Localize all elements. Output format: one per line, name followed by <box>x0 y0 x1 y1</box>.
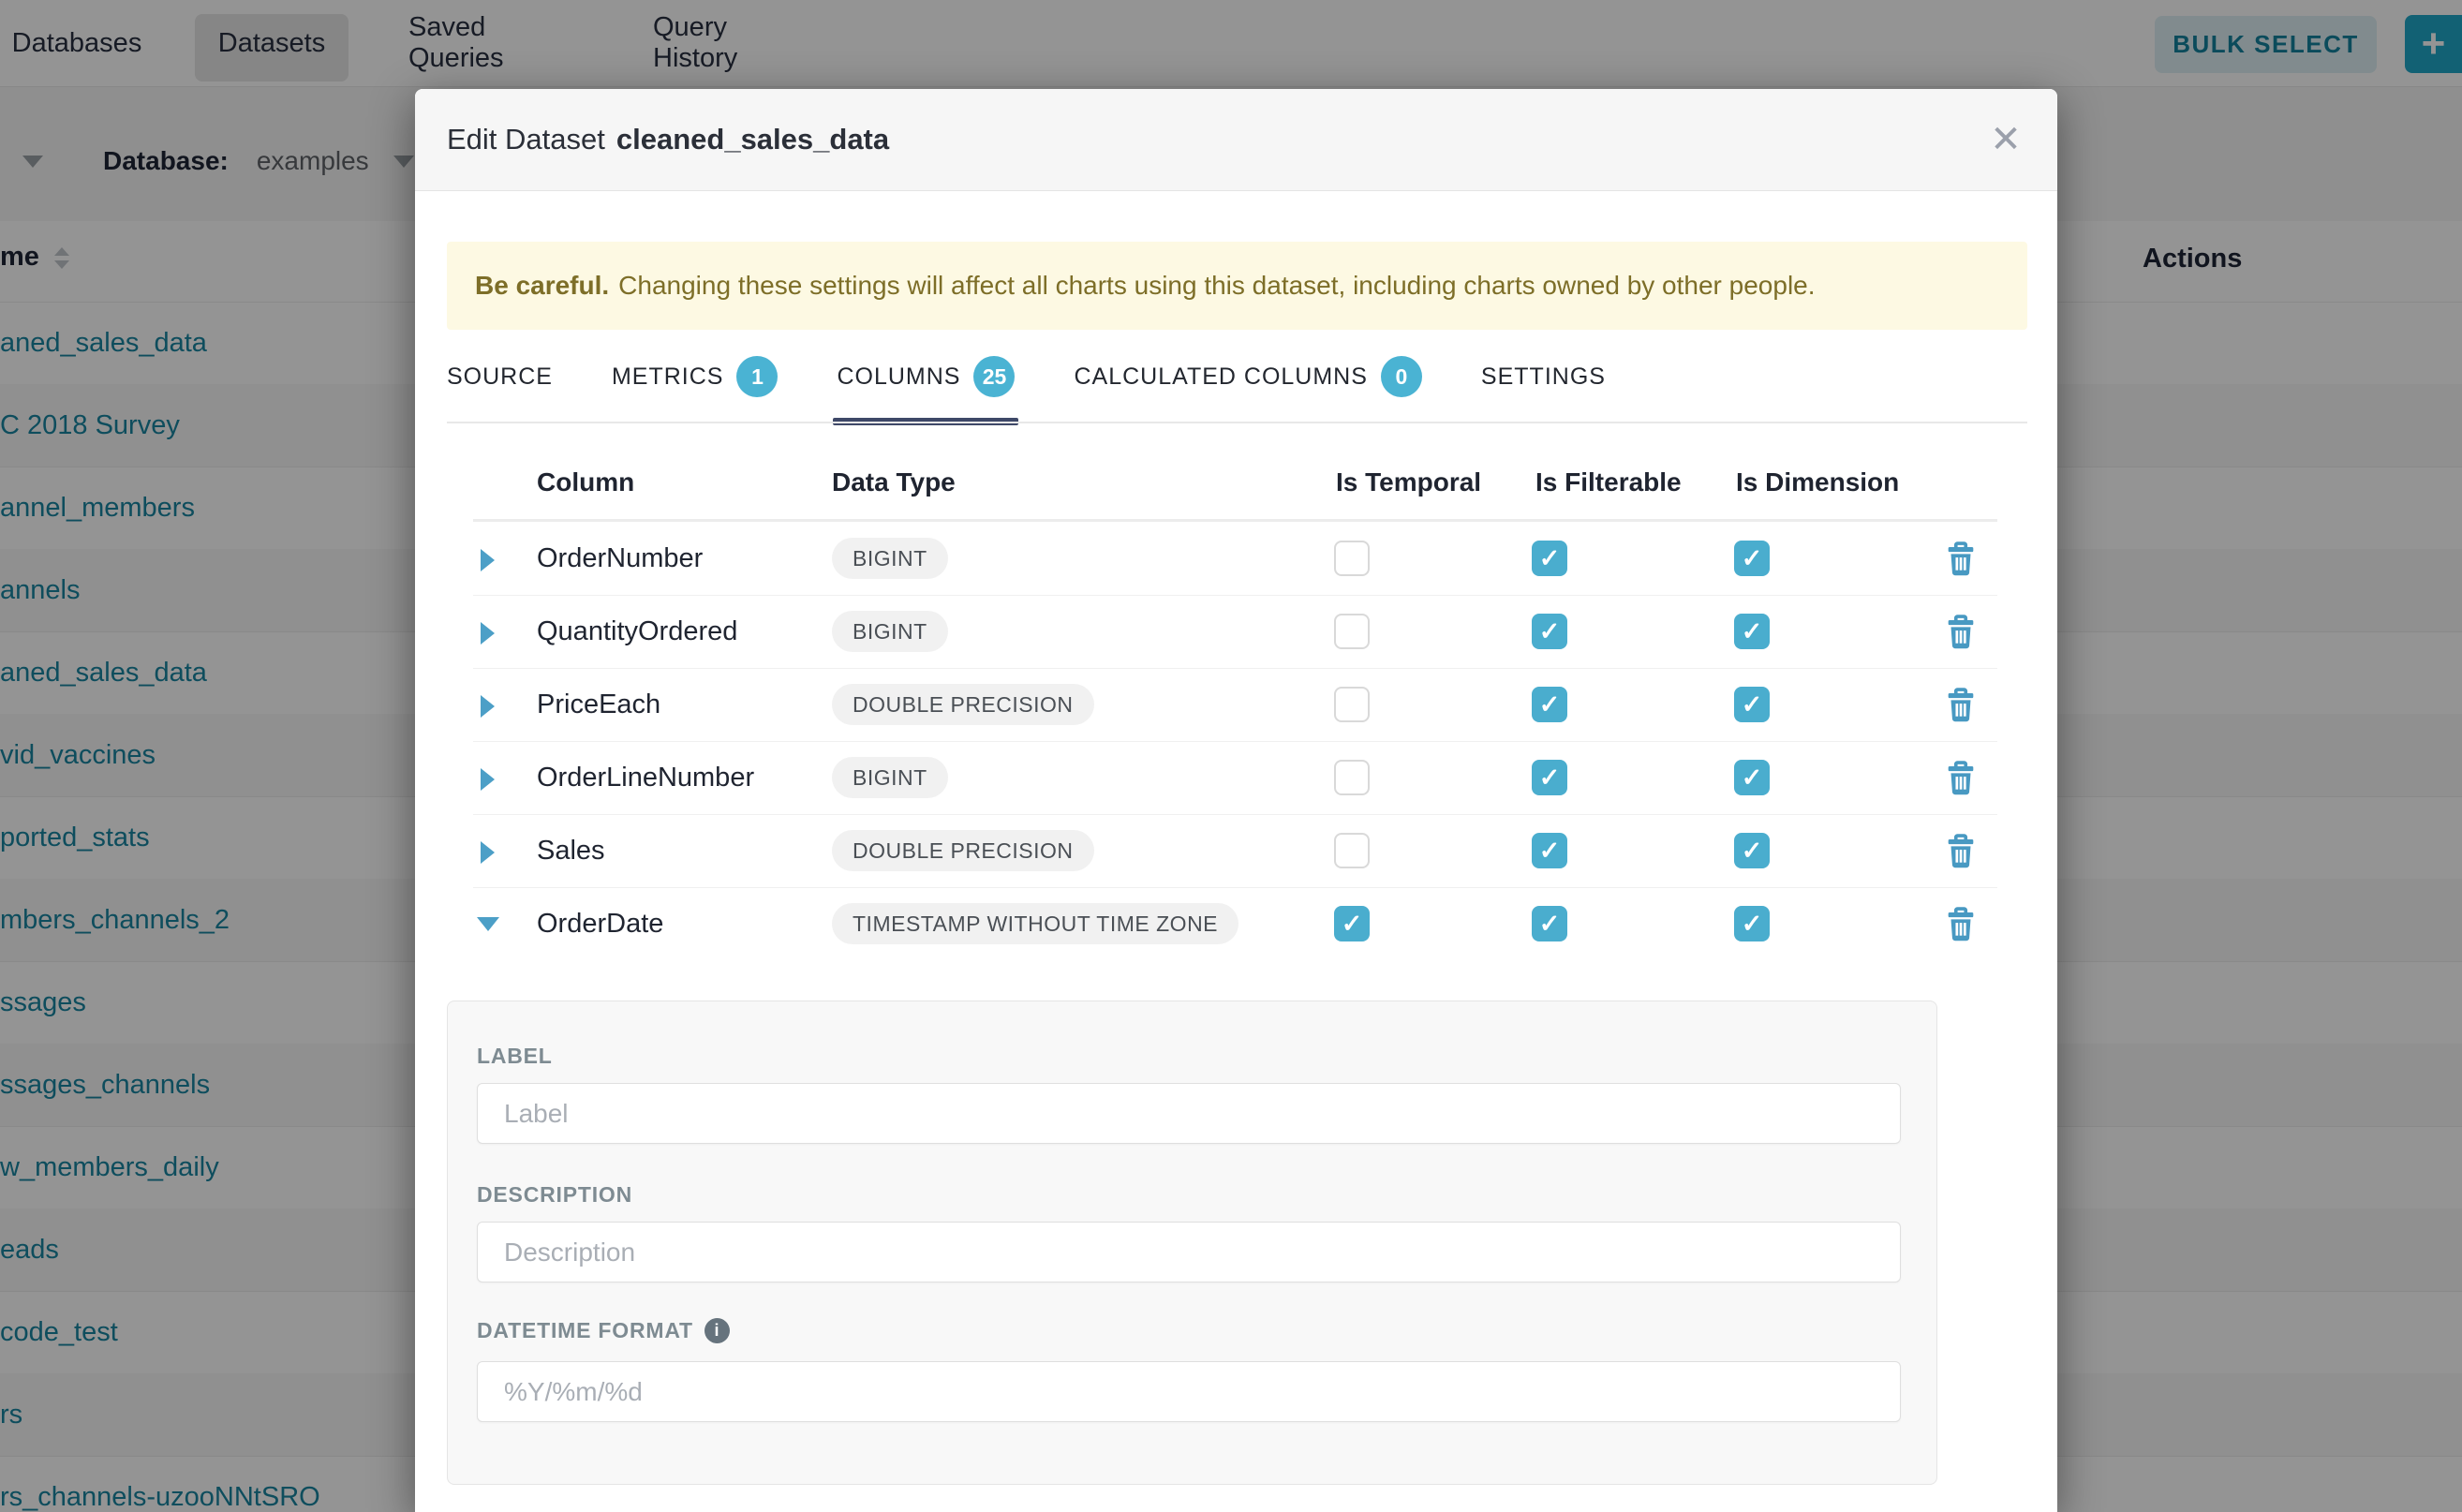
modal-tabs: SOURCE METRICS 1 COLUMNS 25 CALCULATED COLUMN… <box>447 330 2027 423</box>
tab-label: SETTINGS <box>1481 363 1606 391</box>
columns-header-is-dimension: Is Dimension <box>1736 467 1899 497</box>
checkbox-is-filterable[interactable]: ✓ <box>1532 760 1567 795</box>
tab-count-badge: 1 <box>736 356 778 397</box>
close-icon[interactable]: ✕ <box>1981 115 2030 164</box>
column-row-orderlinenumber: OrderLineNumber BIGINT ✓ ✓ <box>473 741 1997 815</box>
collapse-caret-icon[interactable] <box>477 917 499 931</box>
columns-header-column: Column <box>537 467 634 497</box>
warning-banner-text: Changing these settings will affect all … <box>618 271 1815 301</box>
trash-icon <box>1945 688 1977 722</box>
data-type-pill: TIMESTAMP WITHOUT TIME ZONE <box>832 903 1238 944</box>
column-editor-panel: LABEL DESCRIPTION DATETIME FORMAT i <box>447 1001 1937 1485</box>
checkbox-is-temporal[interactable] <box>1334 614 1370 649</box>
tab-source[interactable]: SOURCE <box>447 330 553 423</box>
modal-title: Edit Dataset cleaned_sales_data <box>447 89 889 190</box>
checkbox-is-temporal[interactable] <box>1334 760 1370 795</box>
checkbox-is-dimension[interactable]: ✓ <box>1734 760 1770 795</box>
column-name: QuantityOrdered <box>537 595 737 668</box>
column-row-orderdate: OrderDate TIMESTAMP WITHOUT TIME ZONE ✓ ✓ ✓ <box>473 887 1997 960</box>
warning-banner-bold: Be careful. <box>475 271 609 301</box>
data-type-pill: BIGINT <box>832 538 948 579</box>
checkbox-is-dimension[interactable]: ✓ <box>1734 833 1770 868</box>
trash-icon <box>1945 761 1977 795</box>
data-type-pill: DOUBLE PRECISION <box>832 684 1094 725</box>
columns-header-is-temporal: Is Temporal <box>1336 467 1481 497</box>
delete-column-button[interactable] <box>1945 834 1977 868</box>
column-name: OrderLineNumber <box>537 741 754 814</box>
expand-caret-icon[interactable] <box>481 768 495 791</box>
delete-column-button[interactable] <box>1945 541 1977 576</box>
datetime-format-input[interactable] <box>477 1361 1901 1422</box>
expand-caret-icon[interactable] <box>481 549 495 571</box>
column-name: Sales <box>537 814 605 887</box>
tab-calculated-columns[interactable]: CALCULATED COLUMNS 0 <box>1074 330 1421 423</box>
app-root: DatabasesDatasetsSaved QueriesQuery Hist… <box>0 0 2462 1512</box>
tab-metrics[interactable]: METRICS 1 <box>612 330 779 423</box>
checkbox-is-dimension[interactable]: ✓ <box>1734 687 1770 722</box>
modal-title-prefix: Edit Dataset <box>447 123 605 156</box>
tab-label: COLUMNS <box>837 363 960 391</box>
column-row-ordernumber: OrderNumber BIGINT ✓ ✓ <box>473 522 1997 596</box>
delete-column-button[interactable] <box>1945 907 1977 941</box>
edit-dataset-modal: Edit Dataset cleaned_sales_data ✕ Be car… <box>415 89 2057 1512</box>
column-name: OrderNumber <box>537 522 703 595</box>
description-input[interactable] <box>477 1222 1901 1282</box>
datetime-format-field-heading: DATETIME FORMAT i <box>477 1318 730 1343</box>
trash-icon <box>1945 834 1977 868</box>
expand-caret-icon[interactable] <box>481 695 495 718</box>
tabs-divider <box>447 422 2027 423</box>
checkbox-is-temporal[interactable] <box>1334 833 1370 868</box>
expand-caret-icon[interactable] <box>481 841 495 864</box>
checkbox-is-dimension[interactable]: ✓ <box>1734 541 1770 576</box>
column-name: OrderDate <box>537 887 663 960</box>
label-field-heading: LABEL <box>477 1044 553 1069</box>
column-row-priceeach: PriceEach DOUBLE PRECISION ✓ ✓ <box>473 668 1997 742</box>
label-input[interactable] <box>477 1083 1901 1144</box>
delete-column-button[interactable] <box>1945 615 1977 649</box>
tab-label: METRICS <box>612 363 724 391</box>
tab-count-badge: 25 <box>973 356 1015 397</box>
data-type-pill: BIGINT <box>832 757 948 798</box>
delete-column-button[interactable] <box>1945 761 1977 795</box>
warning-banner: Be careful. Changing these settings will… <box>447 242 2027 330</box>
description-field-heading: DESCRIPTION <box>477 1182 632 1208</box>
trash-icon <box>1945 541 1977 576</box>
data-type-pill: BIGINT <box>832 611 948 652</box>
checkbox-is-dimension[interactable]: ✓ <box>1734 906 1770 941</box>
modal-header: Edit Dataset cleaned_sales_data ✕ <box>415 89 2057 191</box>
checkbox-is-dimension[interactable]: ✓ <box>1734 614 1770 649</box>
checkbox-is-filterable[interactable]: ✓ <box>1532 833 1567 868</box>
checkbox-is-temporal[interactable]: ✓ <box>1334 906 1370 941</box>
trash-icon <box>1945 615 1977 649</box>
tab-label: SOURCE <box>447 363 553 391</box>
tab-count-badge: 0 <box>1381 356 1422 397</box>
checkbox-is-temporal[interactable] <box>1334 541 1370 576</box>
tab-settings[interactable]: SETTINGS <box>1481 330 1606 423</box>
modal-title-dataset-name: cleaned_sales_data <box>616 123 889 156</box>
column-row-sales: Sales DOUBLE PRECISION ✓ ✓ <box>473 814 1997 888</box>
tab-columns[interactable]: COLUMNS 25 <box>837 330 1015 423</box>
checkbox-is-filterable[interactable]: ✓ <box>1532 541 1567 576</box>
trash-icon <box>1945 907 1977 941</box>
data-type-pill: DOUBLE PRECISION <box>832 830 1094 871</box>
checkbox-is-temporal[interactable] <box>1334 687 1370 722</box>
tab-label: CALCULATED COLUMNS <box>1074 363 1367 391</box>
column-row-quantityordered: QuantityOrdered BIGINT ✓ ✓ <box>473 595 1997 669</box>
checkbox-is-filterable[interactable]: ✓ <box>1532 687 1567 722</box>
info-icon[interactable]: i <box>704 1318 730 1343</box>
checkbox-is-filterable[interactable]: ✓ <box>1532 906 1567 941</box>
column-name: PriceEach <box>537 668 660 741</box>
columns-header-data-type: Data Type <box>832 467 956 497</box>
delete-column-button[interactable] <box>1945 688 1977 722</box>
expand-caret-icon[interactable] <box>481 622 495 645</box>
checkbox-is-filterable[interactable]: ✓ <box>1532 614 1567 649</box>
columns-header-is-filterable: Is Filterable <box>1535 467 1682 497</box>
